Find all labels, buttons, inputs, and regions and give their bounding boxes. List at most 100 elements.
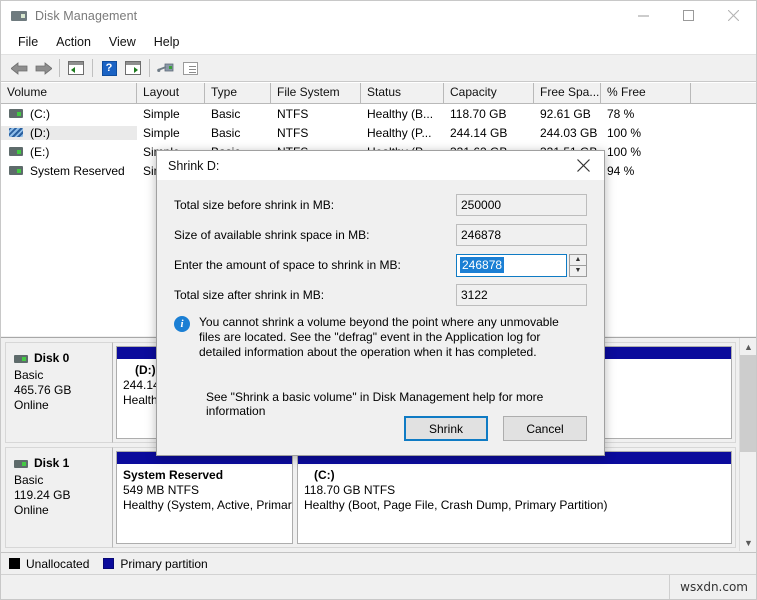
volume-list-header: Volume Layout Type File System Status Ca… (1, 82, 756, 104)
shrink-amount-stepper[interactable]: 246878 ▲ ▼ (456, 253, 587, 277)
legend-label: Primary partition (120, 556, 208, 571)
properties-button[interactable] (178, 57, 202, 79)
column-header-file-system[interactable]: File System (271, 83, 361, 103)
dialog-title: Shrink D: (168, 158, 220, 173)
volume-icon (9, 109, 23, 118)
field-row-total-before: Total size before shrink in MB: 250000 (174, 194, 587, 216)
partition-size: 549 MB NTFS (123, 483, 200, 497)
field-row-total-after: Total size after shrink in MB: 3122 (174, 284, 587, 306)
column-header-status[interactable]: Status (361, 83, 444, 103)
legend: Unallocated Primary partition (1, 552, 756, 574)
disk-name: Disk 1 (34, 456, 70, 470)
forward-button[interactable] (31, 57, 55, 79)
percent-free-cell: 100 % (607, 125, 642, 140)
shrink-button[interactable]: Shrink (404, 416, 488, 441)
field-label: Total size after shrink in MB: (174, 288, 325, 302)
help-text: See "Shrink a basic volume" in Disk Mana… (206, 390, 544, 418)
cancel-button[interactable]: Cancel (503, 416, 587, 441)
stepper-down-icon[interactable]: ▼ (569, 264, 587, 277)
info-message: i You cannot shrink a volume beyond the … (174, 315, 587, 360)
shrink-dialog: Shrink D: Total size before shrink in MB… (156, 150, 605, 456)
percent-free-cell: 100 % (607, 144, 642, 159)
disk-info-disk-1[interactable]: Disk 1 Basic 119.24 GB Online (5, 447, 113, 548)
column-header-percent-free[interactable]: % Free (601, 83, 691, 103)
show-hide-console-tree-button[interactable] (64, 57, 88, 79)
dialog-body: Total size before shrink in MB: 250000 S… (157, 180, 604, 418)
disk-info-disk-0[interactable]: Disk 0 Basic 465.76 GB Online (5, 342, 113, 443)
column-header-filler (691, 83, 756, 103)
column-header-free-space[interactable]: Free Spa... (534, 83, 601, 103)
column-header-volume[interactable]: Volume (1, 83, 137, 103)
partition-title: (C:) (314, 468, 335, 482)
column-header-capacity[interactable]: Capacity (444, 83, 534, 103)
partition-c[interactable]: (C:) 118.70 GB NTFS Healthy (Boot, Page … (297, 451, 732, 544)
toolbar-separator (149, 59, 150, 77)
partition-status: Healthy (Boot, Page File, Crash Dump, Pr… (304, 498, 608, 512)
partition-title: System Reserved (123, 468, 224, 482)
capacity-cell: 244.14 GB (450, 125, 508, 140)
scroll-down-icon[interactable]: ▼ (740, 534, 756, 551)
status-cell: Healthy (P... (367, 125, 432, 140)
minimize-button[interactable] (621, 1, 666, 30)
disk-size: 465.76 GB (14, 383, 72, 397)
close-icon[interactable] (562, 151, 604, 180)
total-size-after-field: 3122 (456, 284, 587, 306)
action-pane-icon (125, 61, 141, 75)
field-label: Size of available shrink space in MB: (174, 228, 370, 242)
disk-view-scrollbar[interactable]: ▲ ▼ (739, 338, 756, 551)
table-row[interactable]: (D:) Simple Basic NTFS Healthy (P... 244… (1, 123, 756, 142)
maximize-button[interactable] (666, 1, 711, 30)
stepper-up-icon[interactable]: ▲ (569, 253, 587, 265)
shrink-amount-input[interactable]: 246878 (456, 253, 567, 277)
field-row-shrink-amount: Enter the amount of space to shrink in M… (174, 253, 587, 277)
file-system-cell: NTFS (277, 106, 309, 121)
help-button[interactable]: ? (97, 57, 121, 79)
type-cell: Basic (211, 106, 241, 121)
menu-item-file[interactable]: File (9, 33, 47, 51)
scroll-up-icon[interactable]: ▲ (740, 338, 756, 355)
column-header-type[interactable]: Type (205, 83, 271, 103)
table-row[interactable]: (C:) Simple Basic NTFS Healthy (B... 118… (1, 104, 756, 123)
field-label: Total size before shrink in MB: (174, 198, 335, 212)
partition-system-reserved[interactable]: System Reserved 549 MB NTFS Healthy (Sys… (116, 451, 293, 544)
properties-list-icon (182, 61, 198, 75)
stepper-buttons: ▲ ▼ (569, 253, 587, 277)
percent-free-cell: 78 % (607, 106, 635, 121)
volume-icon-striped (9, 128, 23, 137)
partition-size: 118.70 GB NTFS (304, 483, 396, 497)
menu-item-help[interactable]: Help (145, 33, 189, 51)
menu-item-view[interactable]: View (100, 33, 145, 51)
column-header-layout[interactable]: Layout (137, 83, 205, 103)
disk-title: Disk 1 (14, 456, 112, 471)
show-hide-action-pane-button[interactable] (121, 57, 145, 79)
volume-cell: (C:) (1, 107, 137, 121)
disk-partitions-disk-1: System Reserved 549 MB NTFS Healthy (Sys… (113, 447, 736, 548)
toolbar-separator (59, 59, 60, 77)
disk-type: Basic (14, 473, 44, 487)
disk-icon (14, 459, 28, 468)
toolbar: ? (1, 54, 756, 82)
disk-row-disk-1[interactable]: Disk 1 Basic 119.24 GB Online System Res… (5, 447, 736, 548)
close-button[interactable] (711, 1, 756, 30)
window-controls (621, 1, 756, 30)
disk-drive-icon (11, 8, 27, 24)
disk-icon (14, 354, 28, 363)
field-label: Enter the amount of space to shrink in M… (174, 258, 401, 272)
disk-management-window: Disk Management File Action View Help ? … (0, 0, 757, 600)
disk-name: Disk 0 (34, 351, 70, 365)
status-cell: Healthy (B... (367, 106, 434, 121)
back-button[interactable] (7, 57, 31, 79)
rescan-disks-button[interactable] (154, 57, 178, 79)
partition-status: Healthy (System, Active, Primary P (123, 498, 292, 512)
status-bar: wsxdn.com (1, 574, 756, 599)
volume-icon (9, 147, 23, 156)
title-bar: Disk Management (1, 1, 756, 30)
free-space-cell: 92.61 GB (540, 106, 591, 121)
layout-cell: Simple (143, 125, 180, 140)
capacity-cell: 118.70 GB (450, 106, 507, 121)
menu-item-action[interactable]: Action (47, 33, 100, 51)
scrollbar-thumb[interactable] (740, 355, 756, 452)
plug-icon (157, 61, 175, 75)
disk-title: Disk 0 (14, 351, 112, 366)
disk-state: Online (14, 398, 49, 412)
